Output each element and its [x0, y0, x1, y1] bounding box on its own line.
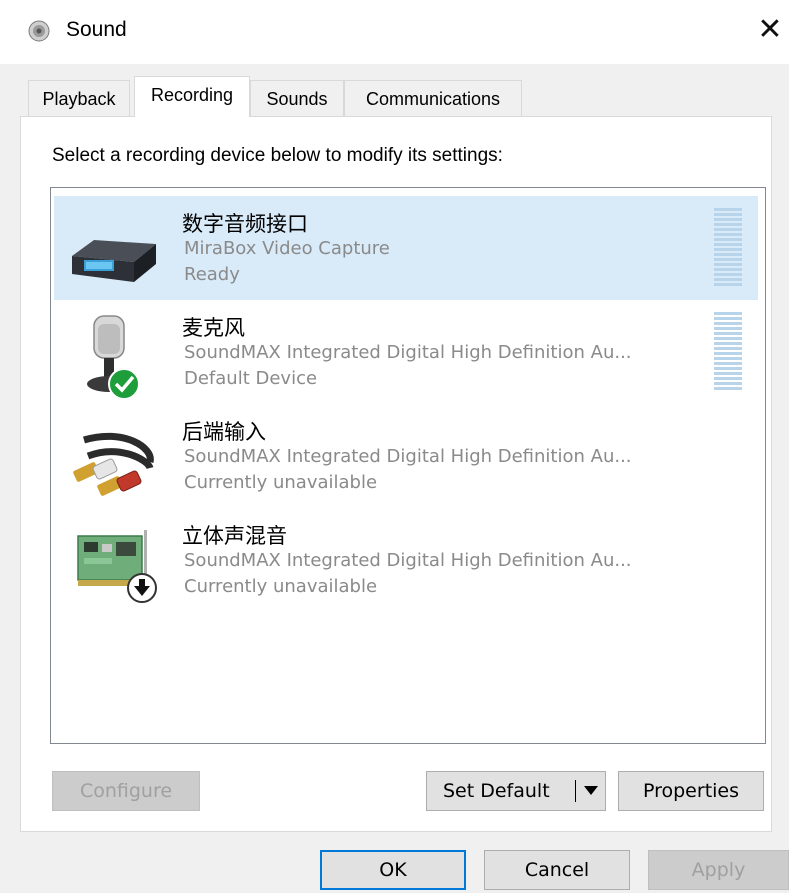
- apply-button[interactable]: Apply: [648, 850, 789, 890]
- title-bar: Sound ✕: [0, 0, 789, 64]
- microphone-icon: [87, 315, 140, 400]
- disabled-arrow-badge: [127, 573, 157, 603]
- device-name: 后端输入: [182, 420, 266, 444]
- chevron-down-icon[interactable]: [581, 780, 601, 800]
- list-item-device-1[interactable]: 数字音频接口 MiraBox Video Capture Ready: [54, 196, 758, 300]
- split-divider: [575, 780, 576, 802]
- level-meter: [714, 312, 742, 394]
- device-description: SoundMAX Integrated Digital High Definit…: [184, 342, 632, 363]
- list-item-device-2[interactable]: 麦克风 SoundMAX Integrated Digital High Def…: [54, 300, 758, 404]
- device-name: 立体声混音: [182, 524, 287, 548]
- recording-device-list[interactable]: 数字音频接口 MiraBox Video Capture Ready 麦克风 S…: [50, 187, 766, 744]
- list-item-device-4[interactable]: 立体声混音 SoundMAX Integrated Digital High D…: [54, 508, 758, 612]
- level-meter: [714, 208, 742, 290]
- default-check-badge: [108, 368, 140, 400]
- tab-playback[interactable]: Playback: [28, 80, 130, 116]
- window-title: Sound: [66, 18, 127, 41]
- sound-card-icon: [77, 530, 157, 603]
- set-default-label: Set Default: [443, 780, 550, 802]
- tab-communications[interactable]: Communications: [344, 80, 522, 116]
- configure-button[interactable]: Configure: [52, 771, 200, 811]
- device-status: Ready: [184, 264, 240, 285]
- tab-sounds[interactable]: Sounds: [250, 80, 344, 116]
- device-name: 麦克风: [182, 316, 245, 340]
- device-description: SoundMAX Integrated Digital High Definit…: [184, 446, 632, 467]
- device-description: MiraBox Video Capture: [184, 238, 390, 259]
- close-button[interactable]: ✕: [752, 12, 788, 48]
- ok-button[interactable]: OK: [320, 850, 466, 890]
- device-status: Default Device: [184, 368, 318, 389]
- capture-device-icon: [72, 240, 156, 282]
- close-icon: ✕: [757, 13, 783, 46]
- cancel-button[interactable]: Cancel: [484, 850, 630, 890]
- set-default-split-button[interactable]: Set Default: [426, 771, 606, 811]
- list-item-device-3[interactable]: 后端输入 SoundMAX Integrated Digital High De…: [54, 404, 758, 508]
- properties-button[interactable]: Properties: [618, 771, 764, 811]
- device-status: Currently unavailable: [184, 576, 378, 597]
- instruction-text: Select a recording device below to modif…: [52, 145, 503, 166]
- rca-cable-icon: [73, 432, 154, 496]
- speaker-icon: [28, 20, 50, 42]
- tab-recording[interactable]: Recording: [134, 76, 250, 117]
- device-name: 数字音频接口: [182, 212, 308, 236]
- device-status: Currently unavailable: [184, 472, 378, 493]
- device-description: SoundMAX Integrated Digital High Definit…: [184, 550, 632, 571]
